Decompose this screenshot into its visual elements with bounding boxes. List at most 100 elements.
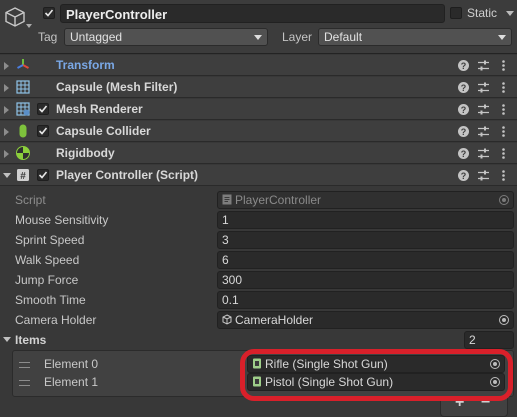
presets-icon[interactable] [477, 125, 490, 138]
element-0-label: Element 0 [44, 357, 99, 371]
help-icon[interactable]: ? [457, 147, 470, 160]
presets-icon[interactable] [477, 147, 490, 160]
component-name: Capsule (Mesh Filter) [56, 80, 178, 94]
camera-holder-label: Camera Holder [15, 313, 97, 327]
component-name: Capsule Collider [56, 124, 151, 138]
camera-holder-value: CameraHolder [235, 313, 314, 327]
static-dropdown-arrow-icon[interactable] [506, 11, 514, 16]
foldout-arrow-icon[interactable] [4, 106, 9, 114]
gameobject-cube-icon [222, 314, 232, 325]
help-icon[interactable]: ? [457, 81, 470, 94]
kebab-menu-icon[interactable] [497, 103, 510, 116]
presets-icon[interactable] [477, 59, 490, 72]
sprint-speed-label: Sprint Speed [15, 233, 85, 247]
items-foldout-arrow-icon[interactable] [3, 337, 11, 342]
smooth-time-input[interactable]: 0.1 [217, 291, 514, 309]
element-1-label: Element 1 [44, 375, 99, 389]
component-enabled-checkbox[interactable] [37, 103, 49, 115]
rigidbody-icon [16, 146, 30, 160]
items-label: Items [15, 333, 47, 347]
presets-icon[interactable] [477, 103, 490, 116]
script-icon: # [17, 169, 29, 182]
object-picker-icon [499, 195, 509, 205]
red-highlight-annotation [240, 349, 513, 401]
foldout-arrow-icon[interactable] [3, 173, 11, 178]
transform-icon [17, 59, 29, 69]
component-rigidbody[interactable]: Rigidbody ? [0, 143, 517, 164]
component-mesh-filter[interactable]: Capsule (Mesh Filter) ? [0, 77, 517, 98]
component-name: Transform [56, 58, 115, 72]
checkmark-icon [38, 171, 48, 179]
jump-force-label: Jump Force [15, 273, 79, 287]
script-label: Script [15, 193, 46, 207]
kebab-menu-icon[interactable] [497, 81, 510, 94]
presets-icon[interactable] [477, 169, 490, 182]
checkmark-icon [38, 127, 48, 135]
script-value: PlayerController [235, 193, 322, 207]
capsule-collider-icon [19, 124, 27, 138]
static-checkbox[interactable] [450, 7, 462, 19]
svg-text:?: ? [461, 61, 467, 71]
component-name: Rigidbody [56, 146, 115, 160]
object-name-input[interactable]: PlayerController [60, 4, 445, 23]
component-capsule-collider[interactable]: Capsule Collider ? [0, 121, 517, 142]
chevron-down-icon [498, 35, 506, 40]
walk-speed-input[interactable]: 6 [217, 251, 514, 269]
component-name: Mesh Renderer [56, 102, 143, 116]
svg-text:?: ? [461, 149, 467, 159]
static-label: Static [467, 6, 498, 20]
object-header: PlayerController Static Tag Untagged Lay… [0, 0, 517, 54]
camera-holder-field[interactable]: CameraHolder [217, 311, 514, 329]
svg-text:?: ? [461, 83, 467, 93]
help-icon[interactable]: ? [457, 169, 470, 182]
layer-value: Default [324, 30, 363, 44]
help-icon[interactable]: ? [457, 125, 470, 138]
layer-dropdown[interactable]: Default [318, 28, 512, 46]
component-player-controller-script[interactable]: # Player Controller (Script) ? [0, 165, 517, 186]
smooth-time-label: Smooth Time [15, 293, 86, 307]
active-checkbox[interactable] [43, 7, 55, 19]
object-picker-icon[interactable] [499, 315, 509, 325]
checkmark-icon [38, 105, 48, 113]
help-icon[interactable]: ? [457, 59, 470, 72]
mouse-sensitivity-label: Mouse Sensitivity [15, 213, 109, 227]
mesh-renderer-icon [16, 102, 30, 116]
foldout-arrow-icon[interactable] [4, 128, 9, 136]
component-name: Player Controller (Script) [56, 168, 199, 182]
kebab-menu-icon[interactable] [497, 125, 510, 138]
svg-text:?: ? [461, 105, 467, 115]
mouse-sensitivity-input[interactable]: 1 [217, 211, 514, 229]
tag-label: Tag [38, 30, 58, 44]
component-enabled-checkbox[interactable] [37, 169, 49, 181]
gameobject-dropdown-arrow-icon[interactable] [26, 24, 32, 28]
layer-label: Layer [282, 30, 313, 44]
kebab-menu-icon[interactable] [497, 169, 510, 182]
chevron-down-icon [254, 35, 262, 40]
foldout-arrow-icon[interactable] [4, 84, 9, 92]
script-file-icon [222, 194, 232, 205]
svg-text:?: ? [461, 171, 467, 181]
jump-force-input[interactable]: 300 [217, 271, 514, 289]
walk-speed-label: Walk Speed [15, 253, 80, 267]
foldout-arrow-icon[interactable] [4, 62, 9, 70]
component-enabled-checkbox[interactable] [37, 125, 49, 137]
checkmark-icon [44, 9, 54, 17]
script-field: PlayerController [217, 191, 514, 209]
kebab-menu-icon[interactable] [497, 147, 510, 160]
component-mesh-renderer[interactable]: Mesh Renderer ? [0, 99, 517, 120]
presets-icon[interactable] [477, 81, 490, 94]
help-icon[interactable]: ? [457, 103, 470, 116]
sprint-speed-input[interactable]: 3 [217, 231, 514, 249]
svg-text:#: # [20, 171, 26, 182]
svg-text:?: ? [461, 127, 467, 137]
foldout-arrow-icon[interactable] [4, 150, 9, 158]
kebab-menu-icon[interactable] [497, 59, 510, 72]
drag-handle-icon[interactable] [19, 362, 30, 368]
tag-dropdown[interactable]: Untagged [64, 28, 268, 46]
mesh-filter-icon [16, 80, 30, 94]
drag-handle-icon[interactable] [19, 380, 30, 386]
tag-value: Untagged [70, 30, 123, 44]
component-transform[interactable]: Transform ? [0, 55, 517, 76]
gameobject-cube-icon [5, 7, 25, 27]
items-size-input[interactable]: 2 [464, 331, 514, 349]
